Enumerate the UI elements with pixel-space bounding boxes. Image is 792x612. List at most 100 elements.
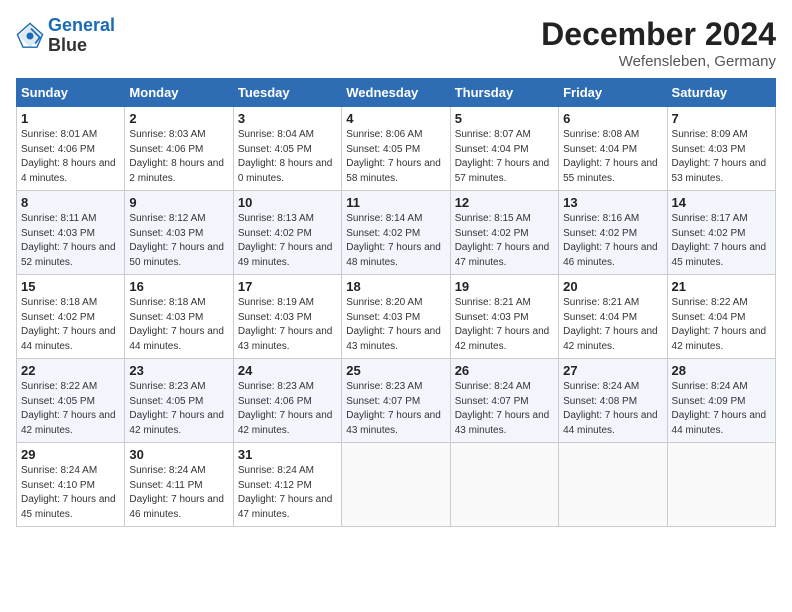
day-number: 20: [563, 279, 662, 294]
col-header-sunday: Sunday: [17, 79, 125, 107]
day-number: 5: [455, 111, 554, 126]
calendar-cell: 23 Sunrise: 8:23 AMSunset: 4:05 PMDayligh…: [125, 359, 233, 443]
day-number: 17: [238, 279, 337, 294]
day-info: Sunrise: 8:08 AMSunset: 4:04 PMDaylight:…: [563, 129, 658, 184]
day-info: Sunrise: 8:22 AMSunset: 4:04 PMDaylight:…: [672, 297, 767, 352]
day-info: Sunrise: 8:07 AMSunset: 4:04 PMDaylight:…: [455, 129, 550, 184]
day-number: 21: [672, 279, 771, 294]
day-number: 18: [346, 279, 445, 294]
day-info: Sunrise: 8:24 AMSunset: 4:12 PMDaylight:…: [238, 465, 333, 520]
calendar-cell: 7 Sunrise: 8:09 AMSunset: 4:03 PMDaylight…: [667, 107, 775, 191]
day-info: Sunrise: 8:14 AMSunset: 4:02 PMDaylight:…: [346, 213, 441, 268]
day-number: 25: [346, 363, 445, 378]
calendar-cell: 4Sunrise: 8:06 AMSunset: 4:05 PMDaylight…: [342, 107, 450, 191]
day-info: Sunrise: 8:24 AMSunset: 4:09 PMDaylight:…: [672, 381, 767, 436]
calendar-cell: 28 Sunrise: 8:24 AMSunset: 4:09 PMDayligh…: [667, 359, 775, 443]
calendar-cell: 9 Sunrise: 8:12 AMSunset: 4:03 PMDaylight…: [125, 191, 233, 275]
calendar-cell: 20 Sunrise: 8:21 AMSunset: 4:04 PMDayligh…: [559, 275, 667, 359]
day-info: Sunrise: 8:17 AMSunset: 4:02 PMDaylight:…: [672, 213, 767, 268]
calendar-cell: 13 Sunrise: 8:16 AMSunset: 4:02 PMDayligh…: [559, 191, 667, 275]
day-number: 12: [455, 195, 554, 210]
day-info: Sunrise: 8:22 AMSunset: 4:05 PMDaylight:…: [21, 381, 116, 436]
day-number: 4: [346, 111, 445, 126]
calendar-cell: 15 Sunrise: 8:18 AMSunset: 4:02 PMDayligh…: [17, 275, 125, 359]
calendar-cell: 27 Sunrise: 8:24 AMSunset: 4:08 PMDayligh…: [559, 359, 667, 443]
day-info: Sunrise: 8:03 AMSunset: 4:06 PMDaylight:…: [129, 129, 224, 184]
calendar-cell: 17Sunrise: 8:19 AMSunset: 4:03 PMDayligh…: [233, 275, 341, 359]
calendar-cell: 18 Sunrise: 8:20 AMSunset: 4:03 PMDayligh…: [342, 275, 450, 359]
day-info: Sunrise: 8:21 AMSunset: 4:04 PMDaylight:…: [563, 297, 658, 352]
day-number: 24: [238, 363, 337, 378]
day-info: Sunrise: 8:23 AMSunset: 4:06 PMDaylight:…: [238, 381, 333, 436]
day-number: 1: [21, 111, 120, 126]
day-number: 7: [672, 111, 771, 126]
calendar-cell: 19 Sunrise: 8:21 AMSunset: 4:03 PMDayligh…: [450, 275, 558, 359]
day-number: 2: [129, 111, 228, 126]
day-info: Sunrise: 8:18 AMSunset: 4:03 PMDaylight:…: [129, 297, 224, 352]
logo-line1: General: [48, 15, 115, 35]
day-number: 13: [563, 195, 662, 210]
day-info: Sunrise: 8:21 AMSunset: 4:03 PMDaylight:…: [455, 297, 550, 352]
day-number: 3: [238, 111, 337, 126]
calendar-cell: 16 Sunrise: 8:18 AMSunset: 4:03 PMDayligh…: [125, 275, 233, 359]
calendar-cell: [450, 443, 558, 527]
calendar-cell: 29 Sunrise: 8:24 AMSunset: 4:10 PMDayligh…: [17, 443, 125, 527]
day-number: 16: [129, 279, 228, 294]
calendar-body: 1Sunrise: 8:01 AMSunset: 4:06 PMDaylight…: [17, 107, 776, 527]
day-number: 29: [21, 447, 120, 462]
day-number: 11: [346, 195, 445, 210]
calendar-week-5: 29 Sunrise: 8:24 AMSunset: 4:10 PMDayligh…: [17, 443, 776, 527]
day-number: 8: [21, 195, 120, 210]
calendar-cell: 22 Sunrise: 8:22 AMSunset: 4:05 PMDayligh…: [17, 359, 125, 443]
col-header-thursday: Thursday: [450, 79, 558, 107]
page-header: General Blue December 2024 Wefensleben, …: [16, 16, 776, 70]
calendar-cell: 31 Sunrise: 8:24 AMSunset: 4:12 PMDayligh…: [233, 443, 341, 527]
calendar-cell: [667, 443, 775, 527]
logo-line2: Blue: [48, 36, 115, 56]
calendar-cell: [342, 443, 450, 527]
day-info: Sunrise: 8:24 AMSunset: 4:10 PMDaylight:…: [21, 465, 116, 520]
col-header-saturday: Saturday: [667, 79, 775, 107]
col-header-tuesday: Tuesday: [233, 79, 341, 107]
day-number: 30: [129, 447, 228, 462]
calendar-cell: 1Sunrise: 8:01 AMSunset: 4:06 PMDaylight…: [17, 107, 125, 191]
day-number: 14: [672, 195, 771, 210]
col-header-monday: Monday: [125, 79, 233, 107]
day-number: 9: [129, 195, 228, 210]
day-info: Sunrise: 8:23 AMSunset: 4:07 PMDaylight:…: [346, 381, 441, 436]
day-info: Sunrise: 8:13 AMSunset: 4:02 PMDaylight:…: [238, 213, 333, 268]
calendar-cell: 14 Sunrise: 8:17 AMSunset: 4:02 PMDayligh…: [667, 191, 775, 275]
day-info: Sunrise: 8:23 AMSunset: 4:05 PMDaylight:…: [129, 381, 224, 436]
logo: General Blue: [16, 16, 115, 56]
calendar-cell: 8 Sunrise: 8:11 AMSunset: 4:03 PMDaylight…: [17, 191, 125, 275]
day-number: 22: [21, 363, 120, 378]
calendar-week-4: 22 Sunrise: 8:22 AMSunset: 4:05 PMDayligh…: [17, 359, 776, 443]
day-info: Sunrise: 8:09 AMSunset: 4:03 PMDaylight:…: [672, 129, 767, 184]
day-info: Sunrise: 8:20 AMSunset: 4:03 PMDaylight:…: [346, 297, 441, 352]
day-number: 28: [672, 363, 771, 378]
day-number: 26: [455, 363, 554, 378]
calendar-cell: [559, 443, 667, 527]
calendar-cell: 10 Sunrise: 8:13 AMSunset: 4:02 PMDayligh…: [233, 191, 341, 275]
day-info: Sunrise: 8:11 AMSunset: 4:03 PMDaylight:…: [21, 213, 116, 268]
col-header-wednesday: Wednesday: [342, 79, 450, 107]
day-number: 10: [238, 195, 337, 210]
day-info: Sunrise: 8:04 AMSunset: 4:05 PMDaylight:…: [238, 129, 333, 184]
day-info: Sunrise: 8:24 AMSunset: 4:08 PMDaylight:…: [563, 381, 658, 436]
calendar-cell: 25 Sunrise: 8:23 AMSunset: 4:07 PMDayligh…: [342, 359, 450, 443]
day-number: 15: [21, 279, 120, 294]
day-number: 23: [129, 363, 228, 378]
day-number: 31: [238, 447, 337, 462]
calendar-header-row: SundayMondayTuesdayWednesdayThursdayFrid…: [17, 79, 776, 107]
day-info: Sunrise: 8:15 AMSunset: 4:02 PMDaylight:…: [455, 213, 550, 268]
calendar-cell: 3 Sunrise: 8:04 AMSunset: 4:05 PMDaylight…: [233, 107, 341, 191]
day-number: 19: [455, 279, 554, 294]
calendar-week-3: 15 Sunrise: 8:18 AMSunset: 4:02 PMDayligh…: [17, 275, 776, 359]
day-number: 27: [563, 363, 662, 378]
day-info: Sunrise: 8:24 AMSunset: 4:11 PMDaylight:…: [129, 465, 224, 520]
calendar-cell: 21 Sunrise: 8:22 AMSunset: 4:04 PMDayligh…: [667, 275, 775, 359]
day-info: Sunrise: 8:16 AMSunset: 4:02 PMDaylight:…: [563, 213, 658, 268]
day-info: Sunrise: 8:18 AMSunset: 4:02 PMDaylight:…: [21, 297, 116, 352]
day-info: Sunrise: 8:12 AMSunset: 4:03 PMDaylight:…: [129, 213, 224, 268]
calendar-week-1: 1Sunrise: 8:01 AMSunset: 4:06 PMDaylight…: [17, 107, 776, 191]
